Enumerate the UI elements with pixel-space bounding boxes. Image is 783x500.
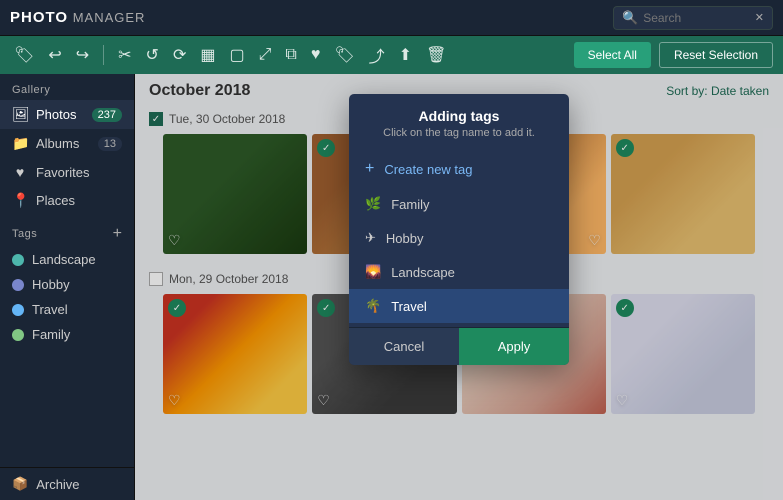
sidebar-footer: 📦 Archive <box>0 467 134 500</box>
app-name-photo: PHOTO <box>10 9 68 26</box>
redo-icon[interactable]: ↪ <box>72 43 93 67</box>
label-icon[interactable]: 🏷 <box>330 43 358 67</box>
photos-badge: 237 <box>92 108 122 122</box>
hobby-label: Hobby <box>32 277 70 292</box>
heart-icon[interactable]: ♥ <box>307 44 325 66</box>
expand-icon[interactable]: ⤢ <box>255 44 276 66</box>
albums-icon: 📁 <box>12 135 28 152</box>
modal-subtitle: Click on the tag name to add it. <box>361 127 557 139</box>
main-layout: Gallery 🖼 Photos 237 📁 Albums 13 ♥ Favor… <box>0 74 783 500</box>
select-all-button[interactable]: Select All <box>574 42 651 68</box>
travel-tag-icon: 🌴 <box>365 298 381 314</box>
create-new-label: Create new tag <box>384 162 472 177</box>
grid-icon[interactable]: ▦ <box>196 43 219 67</box>
favorites-icon: ♥ <box>12 164 28 180</box>
family-tag-icon: 🌿 <box>365 196 381 212</box>
search-bar[interactable]: 🔍 ✕ <box>613 6 773 30</box>
frame-icon[interactable]: ▢ <box>225 43 248 67</box>
family-label: Family <box>32 327 70 342</box>
modal-tag-family[interactable]: 🌿 Family <box>349 187 569 221</box>
landscape-tag-icon: 🌄 <box>365 264 381 280</box>
add-tag-button[interactable]: + <box>113 225 122 243</box>
modal-tag-landscape[interactable]: 🌄 Landscape <box>349 255 569 289</box>
travel-label: Travel <box>32 302 68 317</box>
app-header: PHOTO MANAGER 🔍 ✕ 🏷 ↩ ↪ ✂ ↺ ⟳ ▦ ▢ ⤢ ⧉ ♥ … <box>0 0 783 74</box>
photos-icon: 🖼 <box>12 106 28 123</box>
archive-icon: 📦 <box>12 476 28 492</box>
rotate-icon[interactable]: ⟳ <box>169 43 190 67</box>
family-tag-label: Family <box>391 197 429 212</box>
family-dot <box>12 329 24 341</box>
toolbar: 🏷 ↩ ↪ ✂ ↺ ⟳ ▦ ▢ ⤢ ⧉ ♥ 🏷 ⤴ ⬆ 🗑 Select All… <box>0 36 783 74</box>
plus-icon: + <box>365 160 374 178</box>
modal-footer: Cancel Apply <box>349 327 569 365</box>
sidebar-albums-label: Albums <box>36 136 79 151</box>
albums-badge: 13 <box>98 137 122 151</box>
tag-icon[interactable]: 🏷 <box>10 43 38 67</box>
sidebar-places-label: Places <box>36 193 75 208</box>
modal-tag-travel[interactable]: 🌴 Travel <box>349 289 569 323</box>
hobby-tag-label: Hobby <box>386 231 424 246</box>
tags-header: Tags + <box>0 215 134 247</box>
sidebar-tag-travel[interactable]: Travel <box>0 297 134 322</box>
refresh-icon[interactable]: ↺ <box>142 43 163 67</box>
content-area: October 2018 Sort by: Date taken ✓ Tue, … <box>135 74 783 500</box>
sidebar-item-archive[interactable]: 📦 Archive <box>0 468 134 500</box>
adding-tags-modal: Adding tags Click on the tag name to add… <box>349 94 569 365</box>
export-icon[interactable]: ⬆ <box>395 43 416 67</box>
sidebar-tag-landscape[interactable]: Landscape <box>0 247 134 272</box>
search-input[interactable] <box>643 11 755 25</box>
tags-section-label: Tags <box>12 228 113 240</box>
archive-label: Archive <box>36 477 79 492</box>
copy-icon[interactable]: ⧉ <box>281 44 300 66</box>
sidebar: Gallery 🖼 Photos 237 📁 Albums 13 ♥ Favor… <box>0 74 135 500</box>
share-icon[interactable]: ⤴ <box>365 41 389 69</box>
travel-tag-label: Travel <box>391 299 427 314</box>
sidebar-favorites-label: Favorites <box>36 165 89 180</box>
create-new-tag[interactable]: + Create new tag <box>349 151 569 187</box>
sidebar-item-favorites[interactable]: ♥ Favorites <box>0 158 134 186</box>
sidebar-item-photos[interactable]: 🖼 Photos 237 <box>0 100 134 129</box>
hobby-dot <box>12 279 24 291</box>
toolbar-separator-1 <box>103 45 104 65</box>
modal-header: Adding tags Click on the tag name to add… <box>349 94 569 147</box>
modal-tag-hobby[interactable]: ✈ Hobby <box>349 221 569 255</box>
sidebar-item-albums[interactable]: 📁 Albums 13 <box>0 129 134 158</box>
app-name-manager: MANAGER <box>68 10 145 25</box>
modal-tag-list: + Create new tag 🌿 Family ✈ Hobby 🌄 Land… <box>349 147 569 327</box>
sidebar-tag-family[interactable]: Family <box>0 322 134 347</box>
top-bar: PHOTO MANAGER 🔍 ✕ <box>0 0 783 36</box>
modal-overlay: Adding tags Click on the tag name to add… <box>135 74 783 500</box>
modal-title: Adding tags <box>361 108 557 124</box>
toolbar-right: Select All Reset Selection <box>574 42 773 68</box>
delete-icon[interactable]: 🗑 <box>422 43 450 67</box>
apply-button[interactable]: Apply <box>459 328 569 365</box>
clear-icon[interactable]: ✕ <box>755 11 764 24</box>
gallery-section-label: Gallery <box>0 74 134 100</box>
app-logo: PHOTO MANAGER <box>10 9 145 26</box>
sidebar-photos-label: Photos <box>36 107 76 122</box>
landscape-dot <box>12 254 24 266</box>
cancel-button[interactable]: Cancel <box>349 328 459 365</box>
undo-icon[interactable]: ↩ <box>44 43 65 67</box>
sidebar-item-places[interactable]: 📍 Places <box>0 186 134 215</box>
search-icon: 🔍 <box>622 10 638 26</box>
landscape-tag-label: Landscape <box>391 265 455 280</box>
reset-selection-button[interactable]: Reset Selection <box>659 42 773 68</box>
sidebar-tag-hobby[interactable]: Hobby <box>0 272 134 297</box>
landscape-label: Landscape <box>32 252 96 267</box>
places-icon: 📍 <box>12 192 28 209</box>
scissors-icon[interactable]: ✂ <box>114 43 135 67</box>
travel-dot <box>12 304 24 316</box>
hobby-tag-icon: ✈ <box>365 230 376 246</box>
